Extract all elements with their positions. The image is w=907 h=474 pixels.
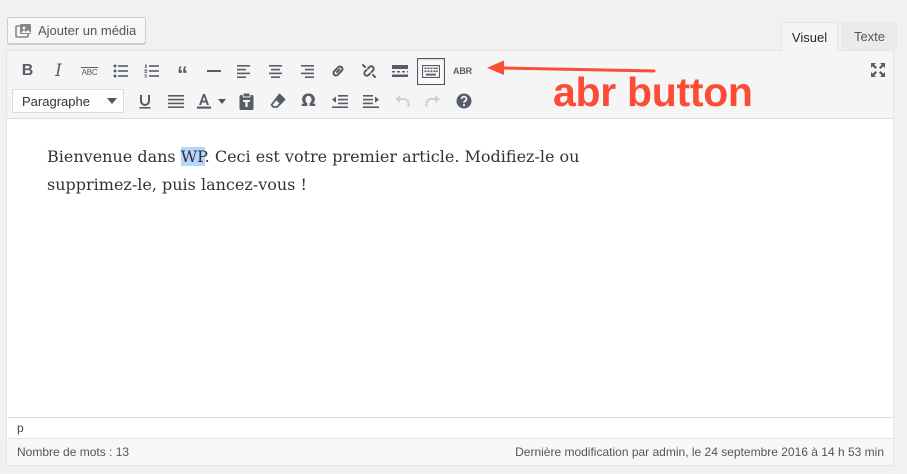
align-right-icon — [301, 64, 314, 78]
read-more-button[interactable] — [384, 57, 415, 85]
underline-icon — [139, 94, 150, 109]
unlink-icon — [361, 64, 376, 78]
clear-formatting-button[interactable] — [262, 87, 293, 115]
justify-icon — [167, 94, 184, 108]
annotation-label: abr button — [553, 69, 753, 115]
content-paragraph: Bienvenue dans WP. Ceci est votre premie… — [47, 143, 592, 199]
keyboard-icon — [422, 64, 440, 78]
link-icon — [332, 65, 343, 77]
blockquote-button[interactable]: “ — [167, 57, 198, 85]
media-icon — [15, 23, 32, 39]
align-right-button[interactable] — [291, 57, 322, 85]
tab-visuel[interactable]: Visuel — [781, 22, 838, 51]
fullscreen-button[interactable] — [862, 56, 893, 84]
bold-icon: B — [21, 62, 34, 79]
fullscreen-icon — [870, 63, 885, 77]
editor-toolbar: B I ABC “ ABR Paragraphe Ω — [7, 51, 893, 119]
align-center-icon — [269, 64, 282, 78]
redo-icon — [425, 95, 440, 107]
word-count: Nombre de mots : 13 — [17, 445, 130, 459]
editor: B I ABC “ ABR Paragraphe Ω Bienvenue dan… — [6, 50, 894, 466]
format-select[interactable]: Paragraphe — [12, 89, 124, 113]
help-icon — [456, 93, 471, 109]
element-path-item[interactable]: p — [17, 421, 24, 435]
align-left-button[interactable] — [229, 57, 260, 85]
chevron-down-icon — [107, 98, 117, 104]
omega-icon: Ω — [301, 90, 316, 111]
strikethrough-button[interactable]: ABC — [74, 57, 105, 85]
redo-button[interactable] — [417, 87, 448, 115]
text-color-icon — [197, 94, 211, 109]
content-text-before: Bienvenue dans — [47, 147, 181, 166]
horizontal-line-icon — [206, 70, 221, 72]
indent-button[interactable] — [355, 87, 386, 115]
justify-button[interactable] — [160, 87, 191, 115]
insert-link-button[interactable] — [322, 57, 353, 85]
add-media-label: Ajouter un média — [38, 23, 137, 38]
tab-texte[interactable]: Texte — [842, 22, 897, 50]
element-path: p — [7, 417, 893, 437]
paste-as-text-button[interactable] — [231, 87, 262, 115]
strikethrough-icon: ABC — [80, 67, 99, 77]
bold-button[interactable]: B — [12, 57, 43, 85]
tab-visuel-label: Visuel — [791, 29, 828, 45]
italic-button[interactable]: I — [43, 57, 74, 85]
bulleted-list-icon — [113, 64, 128, 78]
toolbar-row-2: Paragraphe Ω — [12, 86, 479, 116]
add-media-button[interactable]: Ajouter un média — [7, 17, 147, 44]
editor-content[interactable]: Bienvenue dans WP. Ceci est votre premie… — [7, 120, 893, 417]
paste-text-icon — [239, 92, 254, 110]
undo-button[interactable] — [386, 87, 417, 115]
toolbar-row-1: B I ABC “ ABR — [12, 56, 478, 86]
numbered-list-icon — [144, 64, 159, 78]
special-character-button[interactable]: Ω — [293, 87, 324, 115]
align-left-icon — [237, 64, 250, 78]
undo-icon — [394, 95, 409, 107]
indent-icon — [362, 94, 379, 108]
blockquote-icon: “ — [177, 61, 188, 87]
eraser-icon — [270, 93, 285, 108]
underline-button[interactable] — [129, 87, 160, 115]
help-button[interactable] — [448, 87, 479, 115]
format-select-value: Paragraphe — [22, 93, 90, 109]
horizontal-line-button[interactable] — [198, 57, 229, 85]
last-modified: Dernière modification par admin, le 24 s… — [515, 445, 884, 459]
numbered-list-button[interactable] — [136, 57, 167, 85]
abbr-button[interactable]: ABR — [447, 57, 478, 85]
outdent-button[interactable] — [324, 87, 355, 115]
abbr-icon: ABR — [453, 66, 472, 76]
selected-text: WP — [180, 147, 205, 166]
tab-texte-label: Texte — [853, 29, 886, 44]
remove-link-button[interactable] — [353, 57, 384, 85]
chevron-down-icon — [218, 98, 226, 104]
status-bar: Nombre de mots : 13 Dernière modificatio… — [7, 438, 893, 465]
align-center-button[interactable] — [260, 57, 291, 85]
italic-icon: I — [55, 60, 62, 81]
bulleted-list-button[interactable] — [105, 57, 136, 85]
text-color-button[interactable] — [191, 87, 231, 115]
read-more-icon — [391, 65, 408, 77]
outdent-icon — [331, 94, 348, 108]
toolbar-toggle-button[interactable] — [417, 57, 445, 85]
